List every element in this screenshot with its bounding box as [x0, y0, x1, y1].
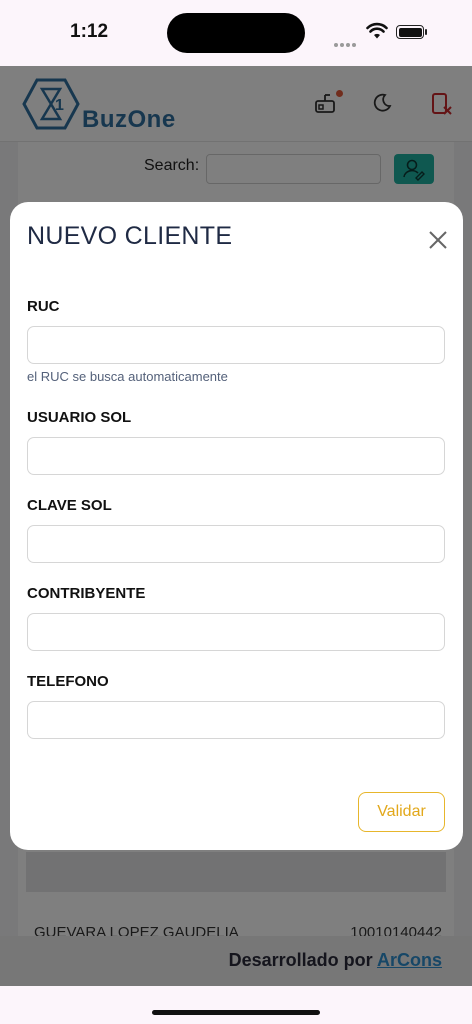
battery-icon — [396, 25, 424, 39]
clave-sol-label: CLAVE SOL — [27, 497, 112, 514]
telefono-field[interactable] — [27, 701, 445, 739]
status-bar: 1:12 — [0, 0, 472, 66]
contribuyente-field[interactable] — [27, 613, 445, 651]
clave-sol-field[interactable] — [27, 525, 445, 563]
contribuyente-label: CONTRIBYENTE — [27, 585, 146, 602]
wifi-icon — [366, 22, 388, 39]
modal-title: NUEVO CLIENTE — [27, 222, 233, 250]
ruc-help-text: el RUC se busca automaticamente — [27, 369, 228, 384]
usuario-sol-label: USUARIO SOL — [27, 409, 132, 426]
usuario-sol-field[interactable] — [27, 437, 445, 475]
validar-button[interactable]: Validar — [358, 792, 445, 832]
home-indicator[interactable] — [152, 1010, 320, 1015]
telefono-label: TELEFONO — [27, 673, 109, 690]
ruc-field[interactable] — [27, 326, 445, 364]
status-time: 1:12 — [70, 21, 109, 42]
cellular-signal-icon — [334, 34, 358, 52]
close-icon[interactable] — [426, 228, 450, 252]
new-client-modal: NUEVO CLIENTE RUC el RUC se busca automa… — [10, 202, 463, 850]
ruc-label: RUC — [27, 298, 60, 315]
dynamic-island — [167, 13, 305, 53]
